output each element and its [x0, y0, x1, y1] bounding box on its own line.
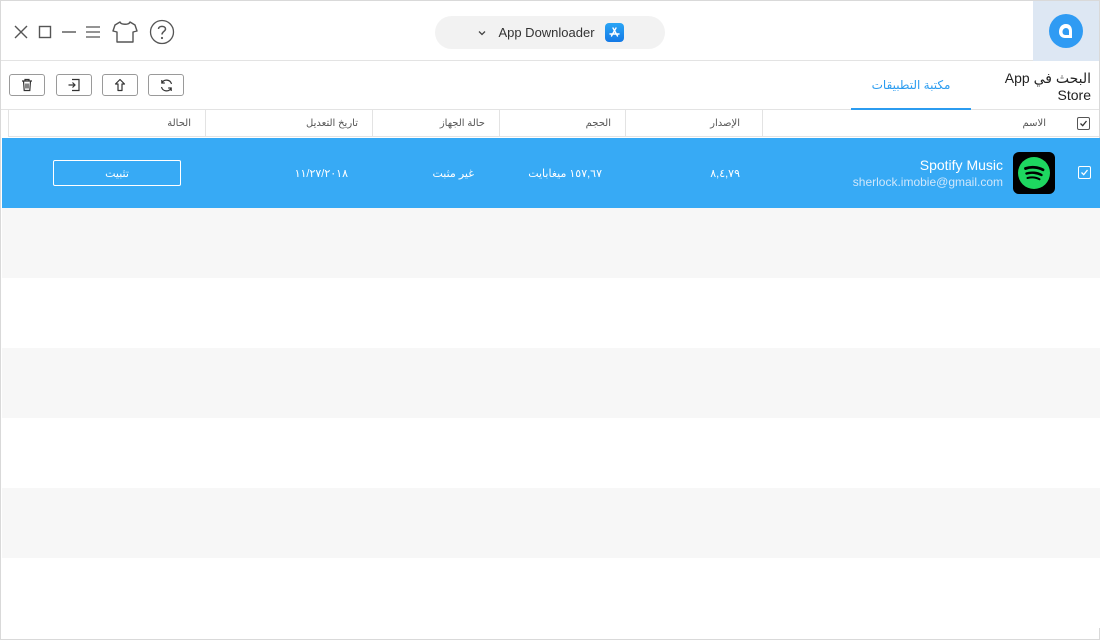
column-size[interactable]: الحجم: [499, 110, 625, 137]
maximize-icon[interactable]: [35, 18, 55, 46]
select-all-checkbox[interactable]: [1077, 117, 1090, 130]
skin-icon[interactable]: [111, 18, 139, 46]
checkmark-icon: [1080, 120, 1088, 127]
app-downloader-title: App Downloader: [498, 25, 595, 40]
app-version: ٨,٤,٧٩: [710, 167, 740, 180]
delete-icon: [22, 78, 32, 92]
empty-row: [2, 208, 1100, 278]
export-button[interactable]: [102, 74, 138, 96]
chevron-down-icon: [476, 27, 488, 39]
empty-row: [2, 418, 1100, 488]
menu-icon[interactable]: [83, 18, 103, 46]
anytrans-logo-icon: [1049, 14, 1083, 48]
app-list: Spotify Music sherlock.imobie@gmail.com …: [2, 138, 1100, 628]
import-button[interactable]: [56, 74, 92, 96]
tab-search-app-store[interactable]: البحث في App Store: [971, 62, 1091, 110]
column-device-status[interactable]: حالة الجهاز: [372, 110, 499, 137]
column-version[interactable]: الإصدار: [625, 110, 762, 137]
spotify-icon: [1013, 152, 1055, 194]
tab-app-library[interactable]: مكتبة التطبيقات: [851, 62, 971, 110]
install-button[interactable]: تثبيت: [53, 160, 181, 186]
table-header: الحالة تاريخ التعديل حالة الجهاز الحجم ا…: [8, 110, 1099, 137]
app-window: App Downloader البحث في App Store مكتبة …: [0, 0, 1100, 640]
app-name: Spotify Music: [919, 157, 1003, 173]
delete-button[interactable]: [9, 74, 45, 96]
app-account: sherlock.imobie@gmail.com: [852, 175, 1003, 189]
minimize-icon[interactable]: [59, 18, 79, 46]
column-name[interactable]: الاسم: [762, 110, 1100, 137]
row-checkbox[interactable]: [1078, 166, 1091, 179]
export-icon: [114, 78, 126, 92]
toolbar: البحث في App Store مكتبة التطبيقات: [1, 62, 1099, 110]
app-device-status: غير مثبت: [432, 167, 474, 180]
column-status[interactable]: الحالة: [9, 110, 205, 137]
close-icon[interactable]: [11, 18, 31, 46]
empty-row: [2, 558, 1100, 628]
empty-row: [2, 278, 1100, 348]
app-size: ١٥٧,٦٧ ميغابايت: [528, 167, 602, 180]
help-icon[interactable]: [148, 18, 176, 46]
checkmark-icon: [1081, 169, 1089, 176]
brand-area: [1033, 1, 1099, 61]
app-store-icon: [604, 23, 624, 42]
empty-row: [2, 348, 1100, 418]
app-modified-date: ١١/٢٧/٢٠١٨: [294, 167, 348, 180]
import-icon: [68, 78, 80, 92]
app-downloader-selector[interactable]: App Downloader: [435, 16, 665, 49]
refresh-icon: [160, 79, 172, 91]
table-row[interactable]: Spotify Music sherlock.imobie@gmail.com …: [2, 138, 1100, 208]
column-modified-date[interactable]: تاريخ التعديل: [205, 110, 372, 137]
refresh-button[interactable]: [148, 74, 184, 96]
empty-row: [2, 488, 1100, 558]
title-bar: App Downloader: [1, 1, 1099, 61]
